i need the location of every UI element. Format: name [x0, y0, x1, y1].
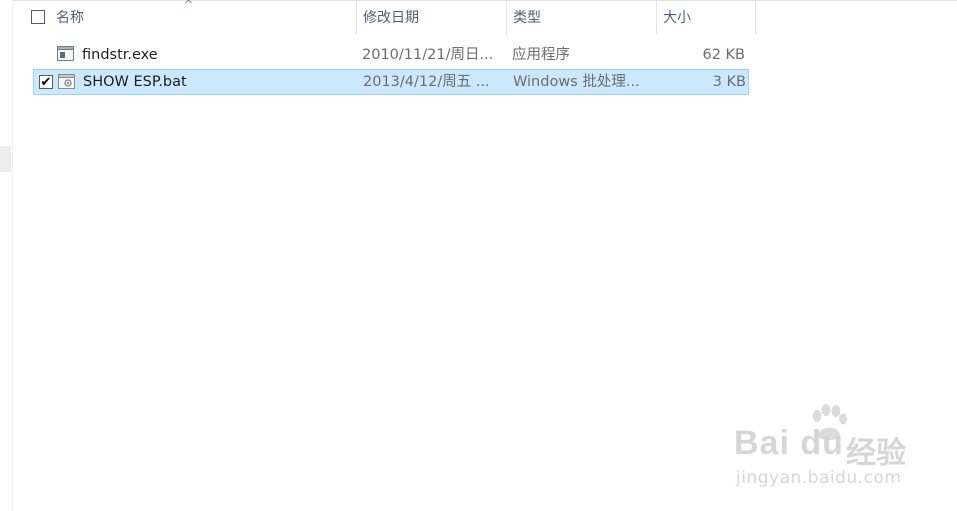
file-row-show-esp[interactable]: ✔ SHOW ESP.bat 2013/4/12/周五 ... Windows … [33, 69, 749, 95]
column-header-date-label: 修改日期 [363, 10, 419, 26]
navigation-pane-edge[interactable] [0, 0, 13, 511]
column-header-type-label: 类型 [513, 10, 541, 26]
row-select-checkbox[interactable]: ✔ [39, 75, 53, 89]
navigation-pane-scroll-thumb[interactable] [0, 146, 11, 172]
file-type: Windows 批处理... [513, 74, 640, 90]
file-type: 应用程序 [512, 47, 570, 63]
column-header-bar: 名称 ^ 修改日期 类型 大小 [20, 0, 756, 34]
watermark-jingyan: 经验 [846, 436, 906, 471]
column-header-date-modified[interactable]: 修改日期 [356, 0, 506, 34]
file-name: findstr.exe [82, 47, 158, 63]
batch-file-icon [58, 74, 75, 89]
file-name: SHOW ESP.bat [83, 74, 187, 90]
column-header-type[interactable]: 类型 [506, 0, 656, 34]
exe-app-icon [57, 46, 74, 61]
file-size: 3 KB [712, 74, 746, 90]
column-header-name[interactable]: 名称 ^ [20, 0, 356, 34]
watermark-url: jingyan.baidu.com [736, 468, 902, 488]
file-date-modified: 2010/11/21/周日... [362, 47, 494, 63]
sort-ascending-icon: ^ [184, 0, 194, 11]
column-header-size-label: 大小 [663, 10, 691, 26]
baidu-jingyan-watermark: Bai du 经验 jingyan.baidu.com [728, 402, 918, 497]
column-header-size[interactable]: 大小 [656, 0, 756, 34]
column-header-name-label: 名称 [56, 10, 84, 26]
file-size: 62 KB [702, 47, 745, 63]
file-date-modified: 2013/4/12/周五 ... [363, 74, 490, 90]
file-row-findstr[interactable]: findstr.exe 2010/11/21/周日... 应用程序 62 KB [33, 42, 749, 68]
watermark-brand: Bai du [734, 424, 844, 462]
